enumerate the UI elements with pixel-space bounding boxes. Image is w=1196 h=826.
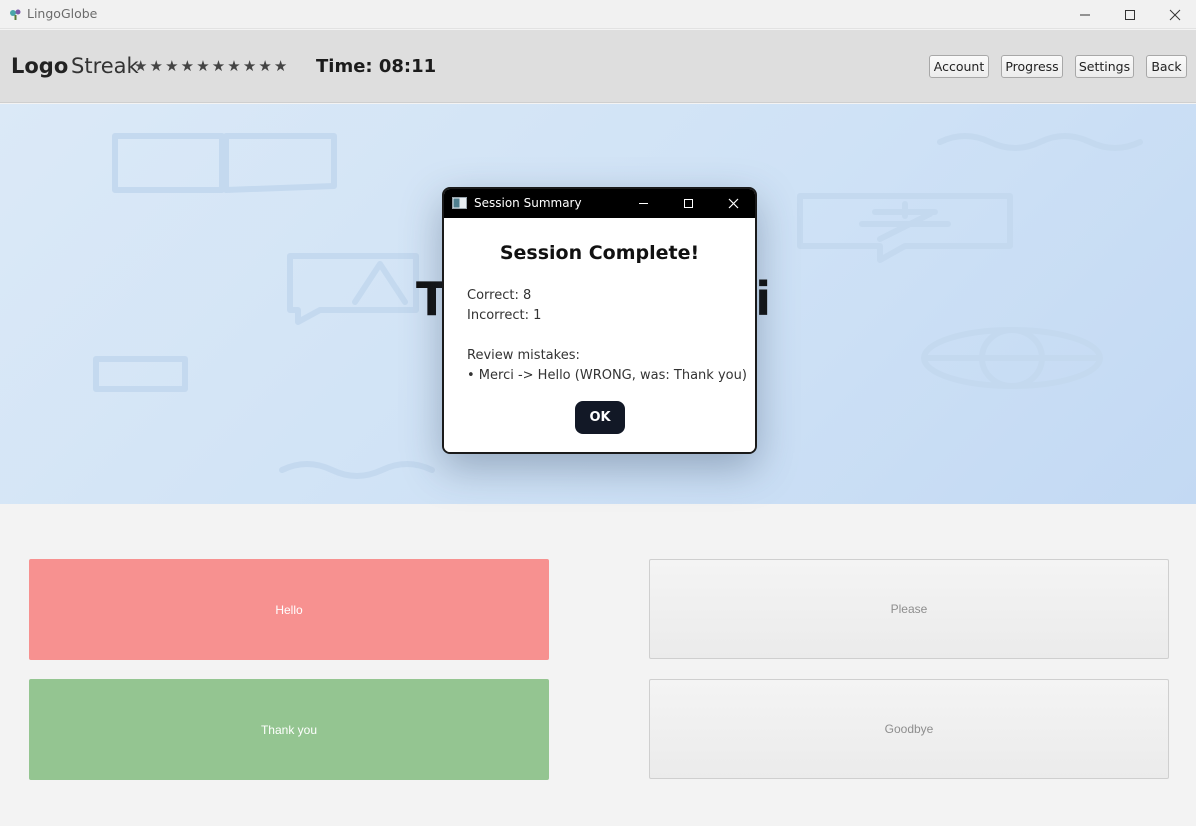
session-summary-dialog: Session Summary Session Complete! Correc… <box>442 187 757 454</box>
mistake-item: • Merci -> Hello (WRONG, was: Thank you) <box>467 368 747 383</box>
app-header: Logo Streak ★★★★★★★★★★ Time: 08:11 Accou… <box>0 30 1196 103</box>
streak-label: Streak <box>71 54 139 78</box>
close-window-button[interactable] <box>1152 0 1196 29</box>
app-logo-icon <box>10 9 21 20</box>
dialog-title: Session Summary <box>474 196 582 210</box>
answer-tile-thank-you[interactable]: Thank you <box>29 679 549 780</box>
dialog-minimize-button[interactable] <box>621 189 665 218</box>
app-title: LingoGlobe <box>27 6 98 21</box>
answer-tile-goodbye[interactable]: Goodbye <box>649 679 1169 779</box>
minimize-icon <box>638 203 648 204</box>
review-mistakes-label: Review mistakes: <box>467 348 580 363</box>
minimize-window-button[interactable] <box>1062 0 1108 29</box>
maximize-window-button[interactable] <box>1107 0 1153 29</box>
incorrect-count: Incorrect: 1 <box>467 308 542 323</box>
maximize-icon <box>683 199 693 208</box>
logo[interactable]: Logo <box>11 54 68 78</box>
answer-tile-please[interactable]: Please <box>649 559 1169 659</box>
dialog-body: Session Complete! Correct: 8 Incorrect: … <box>444 218 755 452</box>
dialog-maximize-button[interactable] <box>666 189 710 218</box>
ok-button[interactable]: OK <box>575 401 625 434</box>
correct-count: Correct: 8 <box>467 288 532 303</box>
account-button[interactable]: Account <box>929 55 989 78</box>
streak-stars: ★★★★★★★★★★ <box>134 57 290 75</box>
dialog-close-button[interactable] <box>711 189 755 218</box>
settings-button[interactable]: Settings <box>1075 55 1134 78</box>
dialog-heading: Session Complete! <box>499 242 700 264</box>
progress-button[interactable]: Progress <box>1001 55 1063 78</box>
back-button[interactable]: Back <box>1146 55 1187 78</box>
answer-tile-hello[interactable]: Hello <box>29 559 549 660</box>
close-icon <box>1169 9 1181 20</box>
dialog-titlebar: Session Summary <box>444 189 755 218</box>
window-titlebar: LingoGlobe <box>0 0 1196 29</box>
session-timer: Time: 08:11 <box>316 56 437 77</box>
close-icon <box>728 198 738 209</box>
dialog-window-icon <box>452 197 467 209</box>
minimize-icon <box>1080 14 1090 15</box>
maximize-icon <box>1125 9 1135 20</box>
